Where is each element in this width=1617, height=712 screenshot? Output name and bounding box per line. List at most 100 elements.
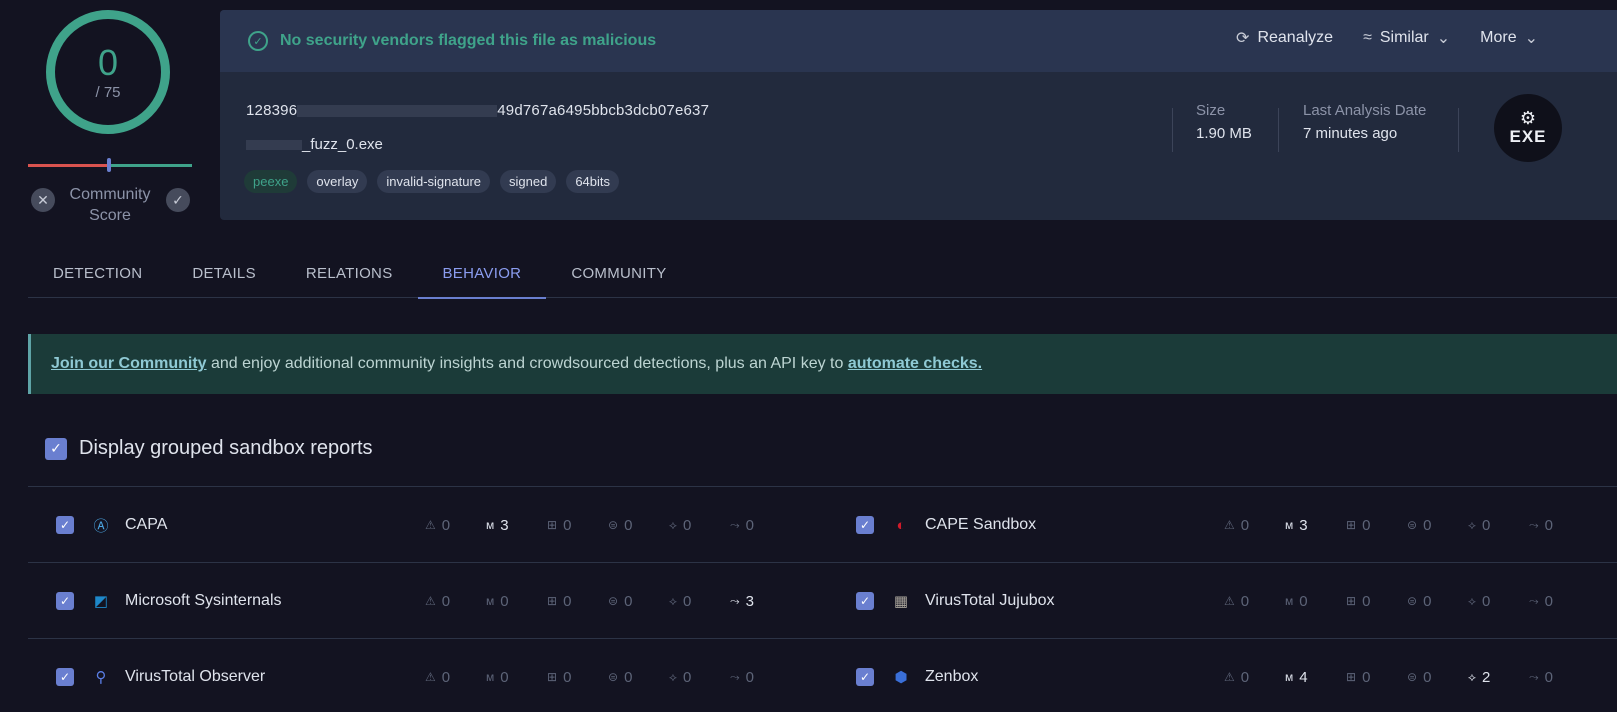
reanalyze-button[interactable]: ⟳ Reanalyze (1236, 28, 1333, 48)
tag-peexe[interactable]: peexe (244, 170, 298, 193)
file-summary-card: ✓ No security vendors flagged this file … (220, 10, 1617, 220)
sandbox-stats: ⚠ 0 ᴍ0 ⊞ 0 ⊜ 0 ⟡ 0 ⤳ 0 (1224, 592, 1553, 610)
last-analysis-date: Last Analysis Date 7 minutes ago (1303, 102, 1427, 142)
process-tree-icon: ⤳ (730, 593, 740, 608)
sandbox-stats: ⚠ 0 ᴍ0 ⊞ 0 ⊜ 0 ⟡ 0 ⤳ 3 (425, 592, 754, 610)
sigma-icon: ⊜ (1407, 594, 1418, 608)
process-tree-icon: ⤳ (1529, 517, 1539, 532)
network-icon: ⟡ (669, 669, 677, 684)
sandbox-stats: ⚠ 0 ᴍ0 ⊞ 0 ⊜ 0 ⟡ 0 ⤳ 0 (425, 668, 754, 686)
capa-logo-icon: Ⓐ (93, 517, 109, 535)
mitre-icon: ᴍ (1285, 594, 1294, 608)
sandbox-stats: ⚠ 0 ᴍ3 ⊞ 0 ⊜ 0 ⟡ 0 ⤳ 0 (1224, 516, 1553, 534)
divider (1458, 108, 1459, 152)
close-icon: ✕ (37, 191, 49, 208)
tag-overlay[interactable]: overlay (307, 170, 368, 193)
ids-icon: ⊞ (1346, 670, 1357, 684)
file-type-badge: ⚙ EXE (1494, 94, 1562, 162)
file-size: Size 1.90 MB (1196, 102, 1252, 142)
file-hash[interactable]: 128396 49d767a6495bbcb3dcb07e637 (246, 102, 709, 119)
sandbox-stats: ⚠ 0 ᴍ3 ⊞ 0 ⊜ 0 ⟡ 0 ⤳ 0 (425, 516, 754, 534)
warning-icon: ⚠ (1224, 670, 1235, 684)
join-community-link[interactable]: Join our Community (51, 355, 207, 373)
mitre-icon: ᴍ (486, 594, 495, 608)
chevron-down-icon: ⌄ (1436, 30, 1451, 47)
sysinternals-logo-icon: ◩ (93, 593, 109, 610)
redacted-text (246, 140, 302, 151)
refresh-icon: ⟳ (1236, 30, 1250, 47)
file-tags: peexe overlay invalid-signature signed 6… (244, 170, 620, 193)
automate-checks-link[interactable]: automate checks. (848, 355, 982, 373)
tab-details[interactable]: DETAILS (167, 248, 281, 298)
divider (1278, 108, 1279, 152)
sandbox-list: ✓ Ⓐ CAPA ⚠ 0 ᴍ3 ⊞ 0 ⊜ 0 ⟡ 0 ⤳ 0 ✓ ◐ CAPE Sand… (28, 487, 1617, 712)
sigma-icon: ⊜ (1407, 670, 1418, 684)
tag-invalid-signature[interactable]: invalid-signature (377, 170, 491, 193)
vote-malicious-button[interactable]: ✕ (31, 188, 55, 212)
redacted-text (297, 105, 498, 118)
vote-harmless-button[interactable]: ✓ (166, 188, 190, 212)
more-button[interactable]: More ⌄ (1480, 28, 1538, 48)
mitre-icon: ᴍ (486, 518, 495, 532)
chevron-down-icon: ⌄ (1524, 30, 1538, 47)
checkbox-checked-icon[interactable]: ✓ (856, 668, 874, 686)
tab-community[interactable]: COMMUNITY (546, 248, 691, 298)
warning-icon: ⚠ (1224, 518, 1235, 532)
community-score-label: Community Score (69, 186, 151, 224)
sandbox-stats: ⚠ 0 ᴍ4 ⊞ 0 ⊜ 0 ⟡ 2 ⤳ 0 (1224, 668, 1553, 686)
sandbox-sysinternals[interactable]: ✓ ◩ Microsoft Sysinternals (56, 563, 282, 639)
tag-signed[interactable]: signed (500, 170, 557, 193)
tag-64bits[interactable]: 64bits (566, 170, 620, 193)
observer-logo-icon: ⚲ (95, 669, 107, 686)
ids-icon: ⊞ (547, 670, 558, 684)
tab-relations[interactable]: RELATIONS (281, 248, 418, 298)
network-icon: ⟡ (669, 593, 677, 608)
mitre-icon: ᴍ (1285, 670, 1294, 684)
network-icon: ⟡ (1468, 593, 1476, 608)
sandbox-zenbox[interactable]: ✓ ⬢ Zenbox (856, 639, 978, 712)
sigma-icon: ⊜ (608, 518, 619, 532)
gears-icon: ⚙ (1519, 108, 1537, 128)
jujubox-logo-icon: ▦ (893, 593, 909, 610)
checkbox-checked-icon[interactable]: ✓ (45, 437, 67, 460)
mitre-icon: ᴍ (1285, 518, 1294, 532)
checkbox-checked-icon[interactable]: ✓ (56, 592, 74, 610)
table-row: ✓ ⚲ VirusTotal Observer ⚠ 0 ᴍ0 ⊞ 0 ⊜ 0 ⟡ 0 ⤳… (28, 639, 1617, 712)
report-tabs: DETECTION DETAILS RELATIONS BEHAVIOR COM… (28, 248, 1617, 299)
table-row: ✓ Ⓐ CAPA ⚠ 0 ᴍ3 ⊞ 0 ⊜ 0 ⟡ 0 ⤳ 0 ✓ ◐ CAPE Sand… (28, 487, 1617, 563)
sandbox-capa[interactable]: ✓ Ⓐ CAPA (56, 487, 167, 563)
tab-behavior[interactable]: BEHAVIOR (417, 248, 547, 299)
sandbox-observer[interactable]: ✓ ⚲ VirusTotal Observer (56, 639, 265, 712)
detection-total: / 75 (95, 83, 121, 101)
sigma-icon: ⊜ (1407, 518, 1418, 532)
table-row: ✓ ◩ Microsoft Sysinternals ⚠ 0 ᴍ0 ⊞ 0 ⊜ 0 ⟡… (28, 563, 1617, 639)
process-tree-icon: ⤳ (1529, 593, 1539, 608)
checkbox-checked-icon[interactable]: ✓ (856, 592, 874, 610)
check-circle-icon: ✓ (248, 31, 268, 51)
detection-count: 0 (97, 41, 119, 83)
ids-icon: ⊞ (547, 594, 558, 608)
checkbox-checked-icon[interactable]: ✓ (56, 516, 74, 534)
divider (1172, 108, 1173, 152)
process-tree-icon: ⤳ (1529, 669, 1539, 684)
community-score-widget: 0 / 75 ✕ Community Score ✓ (28, 10, 192, 224)
ids-icon: ⊞ (547, 518, 558, 532)
zenbox-logo-icon: ⬢ (894, 669, 908, 686)
checkbox-checked-icon[interactable]: ✓ (56, 668, 74, 686)
warning-icon: ⚠ (425, 518, 436, 532)
network-icon: ⟡ (669, 517, 677, 532)
verdict-message: No security vendors flagged this file as… (280, 32, 657, 49)
checkbox-checked-icon[interactable]: ✓ (856, 516, 874, 534)
community-join-banner: Join our Community and enjoy additional … (28, 334, 1617, 394)
sandbox-cape[interactable]: ✓ ◐ CAPE Sandbox (856, 487, 1036, 563)
similar-icon: ≈ (1363, 29, 1372, 46)
detection-score-ring: 0 / 75 (46, 10, 170, 134)
network-icon: ⟡ (1468, 669, 1476, 684)
community-score-marker (107, 158, 111, 172)
mitre-icon: ᴍ (486, 670, 495, 684)
sandbox-jujubox[interactable]: ✓ ▦ VirusTotal Jujubox (856, 563, 1055, 639)
similar-button[interactable]: ≈ Similar ⌄ (1363, 28, 1450, 48)
tab-detection[interactable]: DETECTION (28, 248, 167, 298)
network-icon: ⟡ (1468, 517, 1476, 532)
grouped-reports-toggle[interactable]: ✓ Display grouped sandbox reports (45, 437, 373, 460)
